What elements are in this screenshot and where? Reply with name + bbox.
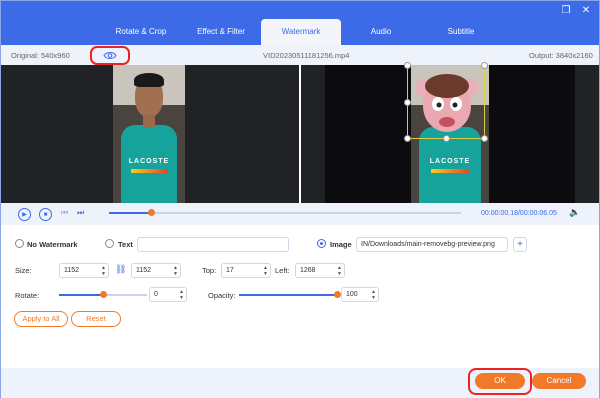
top-label: Top: bbox=[202, 266, 217, 275]
volume-icon[interactable]: 🔈 bbox=[569, 207, 580, 218]
progress-track[interactable] bbox=[109, 212, 461, 214]
cartoon-face-watermark bbox=[415, 74, 479, 132]
original-preview: LACOSTE bbox=[1, 65, 299, 203]
text-watermark-input[interactable] bbox=[137, 237, 289, 252]
left-label: Left: bbox=[275, 266, 290, 275]
size-height-input[interactable]: 1152 ▲ ▼ bbox=[131, 263, 181, 278]
tab-rotate-crop[interactable]: Rotate & Crop bbox=[101, 19, 181, 45]
progress-handle[interactable] bbox=[148, 209, 155, 216]
cancel-button[interactable]: Cancel bbox=[532, 373, 586, 389]
opacity-input[interactable]: 100 ▲ ▼ bbox=[341, 287, 379, 302]
original-resolution: Original: 540x960 bbox=[11, 51, 70, 60]
size-width-input[interactable]: 1152 ▲ ▼ bbox=[59, 263, 109, 278]
stepper-icon[interactable]: ▲ ▼ bbox=[173, 265, 178, 277]
opacity-slider-fill bbox=[239, 294, 337, 296]
tab-effect-filter[interactable]: Effect & Filter bbox=[181, 19, 261, 45]
rotate-input[interactable]: 0 ▲ ▼ bbox=[149, 287, 187, 302]
top-value: 17 bbox=[226, 267, 234, 274]
tab-watermark[interactable]: Watermark bbox=[261, 19, 341, 45]
stepper-icon[interactable]: ▲ ▼ bbox=[263, 265, 268, 277]
eye-icon bbox=[103, 52, 117, 59]
stepper-icon[interactable]: ▲ ▼ bbox=[337, 265, 342, 277]
image-path-field[interactable]: IN/Downloads/main-removebg-preview.png bbox=[356, 237, 508, 252]
output-resolution: Output: 3840x2160 bbox=[529, 51, 593, 60]
left-input[interactable]: 1268 ▲ ▼ bbox=[295, 263, 345, 278]
image-label: Image bbox=[330, 240, 352, 249]
no-watermark-radio[interactable] bbox=[15, 239, 24, 248]
preview-toggle-button[interactable] bbox=[90, 46, 130, 65]
previous-frame-icon[interactable]: ⏮ bbox=[61, 208, 68, 218]
size-height-value: 1152 bbox=[136, 267, 152, 274]
watermark-selection-box[interactable] bbox=[404, 62, 488, 142]
rotate-slider-fill bbox=[59, 294, 103, 296]
rotate-label: Rotate: bbox=[15, 291, 40, 300]
text-radio[interactable] bbox=[105, 239, 114, 248]
size-label: Size: bbox=[15, 266, 32, 275]
rotate-value: 0 bbox=[154, 291, 158, 298]
tab-audio[interactable]: Audio bbox=[341, 19, 421, 45]
no-watermark-label: No Watermark bbox=[27, 240, 78, 249]
shirt-logo-text: LACOSTE bbox=[128, 158, 170, 165]
close-icon[interactable]: ✕ bbox=[579, 5, 593, 16]
original-video-frame: LACOSTE bbox=[113, 65, 185, 203]
ok-highlight-ring bbox=[468, 368, 532, 395]
next-frame-icon[interactable]: ⏭ bbox=[77, 208, 84, 218]
stepper-icon[interactable]: ▲ ▼ bbox=[179, 289, 184, 301]
play-button[interactable]: ▶ bbox=[18, 208, 31, 221]
link-ratio-icon[interactable]: ⛓ bbox=[115, 264, 126, 275]
stepper-icon[interactable]: ▲ ▼ bbox=[371, 289, 376, 301]
add-image-button[interactable]: + bbox=[513, 237, 527, 252]
restore-icon[interactable]: ❐ bbox=[559, 5, 573, 16]
playback-time: 00:00:00.18/00:00:06.05 bbox=[481, 210, 557, 217]
output-shirt-logo-text: LACOSTE bbox=[429, 158, 471, 165]
top-input[interactable]: 17 ▲ ▼ bbox=[221, 263, 271, 278]
text-label: Text bbox=[118, 240, 133, 249]
opacity-label: Opacity: bbox=[208, 291, 236, 300]
opacity-value: 100 bbox=[346, 291, 358, 298]
file-name: VID20230511181256.mp4 bbox=[263, 51, 350, 60]
stop-button[interactable]: ■ bbox=[39, 208, 52, 221]
stepper-icon[interactable]: ▲ ▼ bbox=[101, 265, 106, 277]
playback-bar: ▶ ■ ⏮ ⏭ 00:00:00.18/00:00:06.05 🔈 bbox=[1, 203, 599, 225]
progress-fill bbox=[109, 212, 151, 214]
output-preview: LACOSTE bbox=[301, 62, 599, 203]
left-value: 1268 bbox=[300, 267, 316, 274]
reset-button[interactable]: Reset bbox=[71, 311, 121, 327]
watermark-editor-window: Rotate & Crop Effect & Filter Watermark … bbox=[0, 0, 600, 398]
rotate-slider-handle[interactable] bbox=[100, 291, 107, 298]
opacity-slider-handle[interactable] bbox=[334, 291, 341, 298]
apply-to-all-button[interactable]: Apply to All bbox=[14, 311, 68, 327]
image-radio[interactable] bbox=[317, 239, 326, 248]
size-width-value: 1152 bbox=[64, 267, 80, 274]
tab-bar: Rotate & Crop Effect & Filter Watermark … bbox=[1, 1, 599, 45]
tab-subtitle[interactable]: Subtitle bbox=[421, 19, 501, 45]
